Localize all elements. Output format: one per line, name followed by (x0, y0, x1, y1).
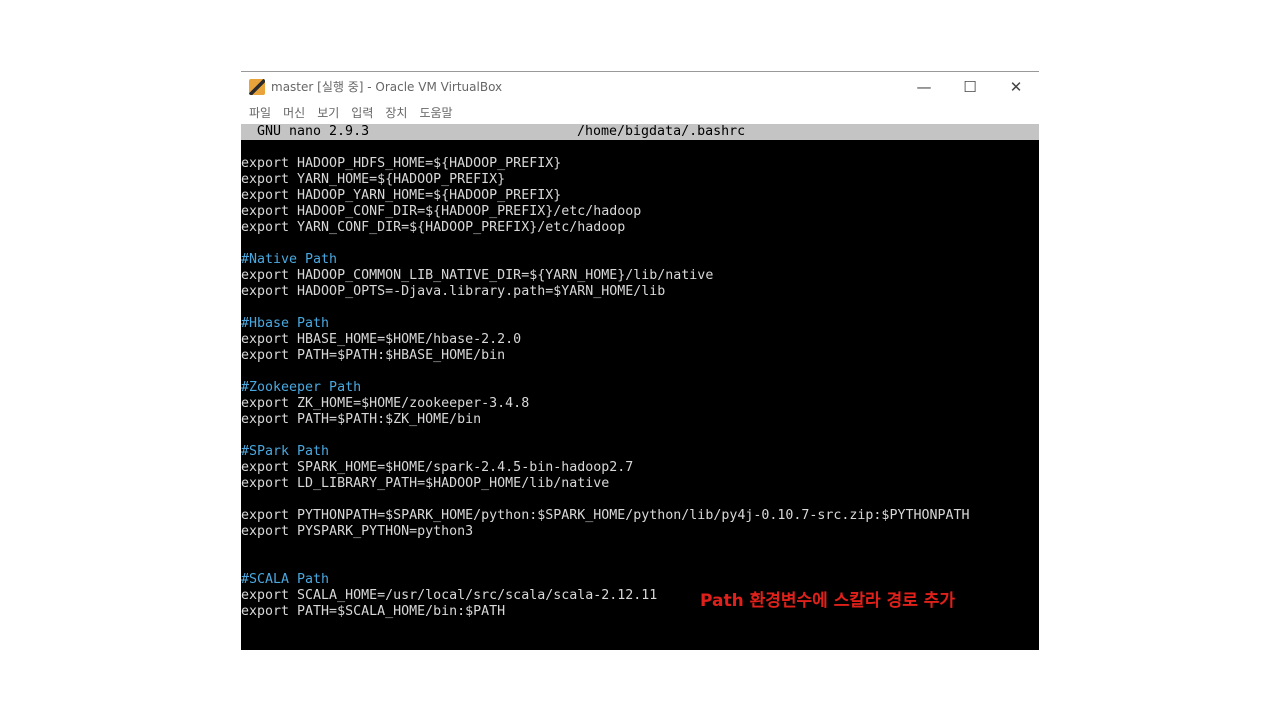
code-line: export LD_LIBRARY_PATH=$HADOOP_HOME/lib/… (241, 476, 610, 491)
minimize-button[interactable]: — (901, 78, 947, 96)
code-line: export PATH=$PATH:$HBASE_HOME/bin (241, 348, 506, 363)
code-line: export ZK_HOME=$HOME/zookeeper-3.4.8 (241, 396, 530, 411)
close-button[interactable]: ✕ (993, 78, 1039, 96)
menu-file[interactable]: 파일 (249, 104, 271, 121)
code-line: export PATH=$PATH:$ZK_HOME/bin (241, 412, 482, 427)
nano-header: GNU nano 2.9.3/home/bigdata/.bashrc (241, 124, 1039, 140)
code-line: export HADOOP_CONF_DIR=${HADOOP_PREFIX}/… (241, 204, 642, 219)
terminal-editor[interactable]: export HADOOP_HDFS_HOME=${HADOOP_PREFIX}… (241, 140, 1039, 650)
code-line: export PYTHONPATH=$SPARK_HOME/python:$SP… (241, 508, 970, 523)
comment-line: #SPark Path (241, 444, 330, 459)
title-bar: master [실행 중] - Oracle VM VirtualBox — ☐… (241, 72, 1039, 101)
menu-devices[interactable]: 장치 (385, 104, 407, 121)
virtualbox-window: master [실행 중] - Oracle VM VirtualBox — ☐… (241, 71, 1039, 650)
code-line: export YARN_HOME=${HADOOP_PREFIX} (241, 172, 506, 187)
comment-line: #SCALA Path (241, 572, 330, 587)
comment-line: #Zookeeper Path (241, 380, 362, 395)
maximize-button[interactable]: ☐ (947, 78, 993, 96)
code-line: export HADOOP_OPTS=-Djava.library.path=$… (241, 284, 666, 299)
menu-bar: 파일 머신 보기 입력 장치 도움말 (241, 101, 1039, 124)
comment-line: #Hbase Path (241, 316, 330, 331)
window-title: master [실행 중] - Oracle VM VirtualBox (271, 80, 503, 94)
nano-filename: /home/bigdata/.bashrc (577, 124, 746, 139)
code-line: export YARN_CONF_DIR=${HADOOP_PREFIX}/et… (241, 220, 626, 235)
annotation-text: Path 환경변수에 스칼라 경로 추가 (700, 591, 956, 611)
code-line: export PYSPARK_PYTHON=python3 (241, 524, 474, 539)
nano-version: GNU nano 2.9.3 (257, 124, 370, 139)
code-line: export HADOOP_YARN_HOME=${HADOOP_PREFIX} (241, 188, 562, 203)
menu-help[interactable]: 도움말 (419, 104, 452, 121)
code-line: export HBASE_HOME=$HOME/hbase-2.2.0 (241, 332, 522, 347)
menu-machine[interactable]: 머신 (283, 104, 305, 121)
code-line: export SPARK_HOME=$HOME/spark-2.4.5-bin-… (241, 460, 634, 475)
comment-line: #Native Path (241, 252, 338, 267)
code-line: export HADOOP_COMMON_LIB_NATIVE_DIR=${YA… (241, 268, 714, 283)
menu-view[interactable]: 보기 (317, 104, 339, 121)
code-line: export HADOOP_HDFS_HOME=${HADOOP_PREFIX} (241, 156, 562, 171)
menu-input[interactable]: 입력 (351, 104, 373, 121)
virtualbox-icon (249, 78, 265, 95)
